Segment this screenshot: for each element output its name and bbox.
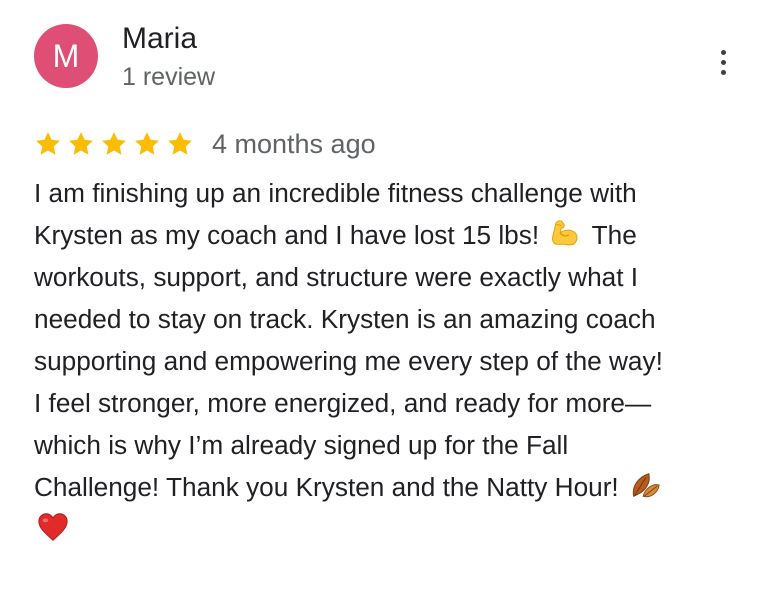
review-card: M Maria 1 review 4 months ago I am finis… bbox=[0, 0, 778, 590]
star-rating bbox=[34, 130, 194, 158]
review-line-text: Challenge! Thank you Krysten and the Nat… bbox=[34, 472, 619, 502]
avatar[interactable]: M bbox=[34, 24, 98, 88]
review-line: I am finishing up an incredible fitness … bbox=[34, 172, 764, 214]
review-line: Krysten as my coach and I have lost 15 l… bbox=[34, 214, 764, 256]
star-icon bbox=[67, 130, 95, 158]
star-icon bbox=[166, 130, 194, 158]
more-vert-icon-dot-3 bbox=[720, 69, 726, 75]
rating-row: 4 months ago bbox=[34, 124, 376, 164]
review-text: I am finishing up an incredible fitness … bbox=[34, 172, 764, 550]
review-line-text: The bbox=[591, 220, 637, 250]
review-line: Challenge! Thank you Krysten and the Nat… bbox=[34, 466, 764, 508]
review-line: needed to stay on track. Krysten is an a… bbox=[34, 298, 764, 340]
review-line: supporting and empowering me every step … bbox=[34, 340, 764, 382]
review-line bbox=[34, 508, 764, 550]
review-line-text: workouts, support, and structure were ex… bbox=[34, 262, 639, 292]
more-vert-icon bbox=[720, 49, 726, 55]
star-icon bbox=[34, 130, 62, 158]
review-line: workouts, support, and structure were ex… bbox=[34, 256, 764, 298]
review-line-text: I feel stronger, more energized, and rea… bbox=[34, 388, 652, 418]
more-options-button[interactable] bbox=[708, 44, 738, 80]
reviewer-review-count[interactable]: 1 review bbox=[122, 60, 215, 94]
review-line-text: which is why I’m already signed up for t… bbox=[34, 430, 569, 460]
review-line-text: needed to stay on track. Krysten is an a… bbox=[34, 304, 656, 334]
avatar-initial: M bbox=[52, 38, 80, 74]
review-line-text: I am finishing up an incredible fitness … bbox=[34, 178, 637, 208]
review-line-text: supporting and empowering me every step … bbox=[34, 346, 663, 376]
review-line: I feel stronger, more energized, and rea… bbox=[34, 382, 764, 424]
review-line: which is why I’m already signed up for t… bbox=[34, 424, 764, 466]
review-line-text: Krysten as my coach and I have lost 15 l… bbox=[34, 220, 540, 250]
review-date: 4 months ago bbox=[212, 129, 376, 159]
red-heart-icon bbox=[36, 510, 70, 544]
star-icon bbox=[133, 130, 161, 158]
reviewer-name[interactable]: Maria bbox=[122, 20, 197, 58]
flexed-biceps-icon bbox=[548, 216, 582, 250]
fallen-leaf-icon bbox=[628, 468, 662, 502]
more-vert-icon-dot-2 bbox=[720, 59, 726, 65]
star-icon bbox=[100, 130, 128, 158]
